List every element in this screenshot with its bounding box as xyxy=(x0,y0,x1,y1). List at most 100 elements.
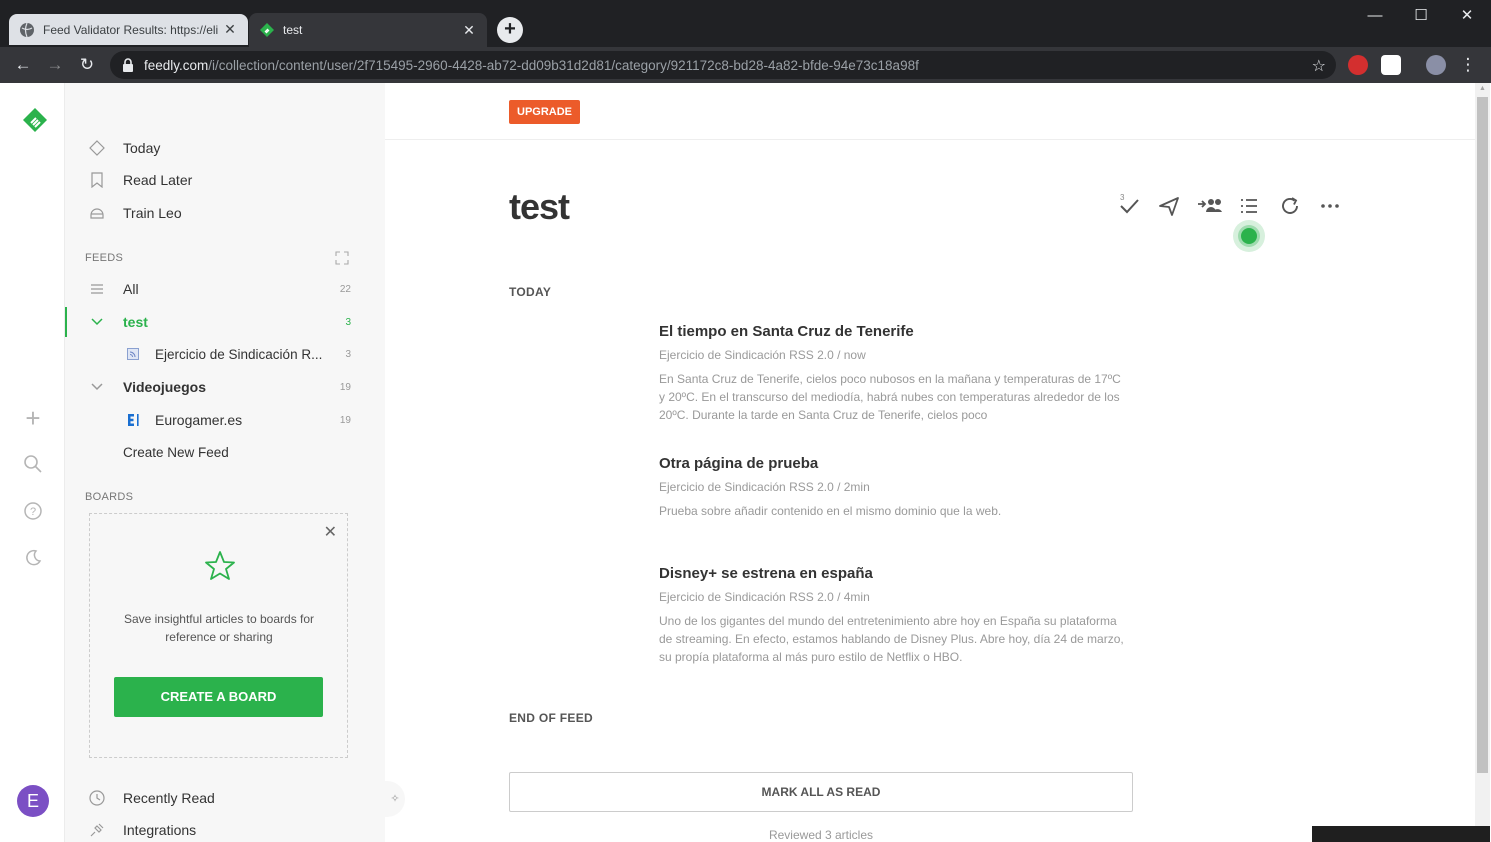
article-entry[interactable]: Otra página de prueba Ejercicio de Sindi… xyxy=(659,455,1129,520)
search-icon[interactable] xyxy=(21,454,45,478)
upgrade-button[interactable]: UPGRADE xyxy=(509,100,581,124)
main-content: UPGRADE test 3 TODAY El tiempo en Santa … xyxy=(385,83,1475,842)
new-tab-button[interactable]: + xyxy=(497,17,523,43)
sidebar-item-label: Eurogamer.es xyxy=(155,412,243,428)
lock-icon xyxy=(123,58,133,72)
feedly-favicon-icon xyxy=(259,22,275,38)
refresh-icon[interactable] xyxy=(1278,195,1302,219)
top-strip: UPGRADE xyxy=(385,83,1475,140)
tab-close-icon[interactable]: ✕ xyxy=(461,22,477,39)
chrome-menu-icon[interactable]: ⋮ xyxy=(1456,53,1480,77)
article-summary: Uno de los gigantes del mundo del entret… xyxy=(659,614,1124,664)
unread-count: 19 xyxy=(339,414,351,426)
scrollbar[interactable]: ▲ xyxy=(1475,83,1490,842)
bookmark-star-icon[interactable]: ☆ xyxy=(1312,56,1326,76)
tab-title: Feed Validator Results: https://eli xyxy=(43,22,219,37)
scroll-up-icon[interactable]: ▲ xyxy=(1478,85,1487,92)
avatar[interactable]: E xyxy=(17,785,49,817)
create-board-button[interactable]: CREATE A BOARD xyxy=(114,677,323,717)
feedly-logo-icon[interactable] xyxy=(21,106,47,132)
create-new-feed-label: Create New Feed xyxy=(123,444,229,460)
profile-icon[interactable] xyxy=(1426,55,1446,75)
sidebar-item-all[interactable]: All 22 xyxy=(65,274,385,304)
sidebar-item-label: Integrations xyxy=(123,822,197,838)
add-icon[interactable]: + xyxy=(21,405,45,431)
sidebar: Today Read Later Train Leo FEEDS All 22 … xyxy=(65,83,385,842)
collapse-feeds-icon[interactable] xyxy=(335,251,349,265)
sidebar-item-test[interactable]: test 3 xyxy=(65,307,385,337)
sidebar-item-label: Videojuegos xyxy=(123,379,206,395)
help-icon[interactable]: ? xyxy=(21,501,45,525)
chevron-down-icon[interactable] xyxy=(87,312,107,332)
sidebar-item-eurogamer[interactable]: Eurogamer.es 19 xyxy=(65,405,385,435)
bookmark-icon xyxy=(87,170,107,190)
url-text: feedly.com/i/collection/content/user/2f7… xyxy=(144,57,919,73)
eurogamer-icon xyxy=(123,410,143,430)
article-title[interactable]: Disney+ se estrena en españa xyxy=(659,565,1129,582)
unread-count: 3 xyxy=(345,348,351,360)
extension-icon[interactable] xyxy=(1381,55,1401,75)
page-title: test xyxy=(509,186,570,227)
extension-adblock-icon[interactable] xyxy=(1348,55,1368,75)
minimize-icon[interactable]: — xyxy=(1352,5,1398,27)
sidebar-item-ejercicio-feed[interactable]: Ejercicio de Sindicación R... 3 xyxy=(65,339,385,369)
tab-close-icon[interactable]: ✕ xyxy=(222,21,238,38)
close-icon[interactable]: ✕ xyxy=(324,522,337,542)
sidebar-item-today[interactable]: Today xyxy=(65,133,385,163)
svg-text:?: ? xyxy=(30,506,36,518)
plug-icon xyxy=(87,820,107,840)
forward-icon[interactable]: → xyxy=(43,53,67,77)
sidebar-item-label: Today xyxy=(123,140,161,156)
mark-all-read-button[interactable]: MARK ALL AS READ xyxy=(509,772,1133,812)
sidebar-item-label: Read Later xyxy=(123,172,193,188)
globe-icon xyxy=(19,22,35,38)
rss-icon xyxy=(123,344,143,364)
sidebar-item-label: Ejercicio de Sindicación R... xyxy=(155,346,323,362)
unread-count: 22 xyxy=(339,283,351,295)
scrollbar-thumb[interactable] xyxy=(1477,97,1488,773)
sidebar-item-recently-read[interactable]: Recently Read xyxy=(65,783,385,813)
boards-promo-text: Save insightful articles to boards for r… xyxy=(123,612,315,644)
sidebar-item-label: Recently Read xyxy=(123,790,215,806)
tab-feed-validator[interactable]: Feed Validator Results: https://eli ✕ xyxy=(9,14,248,45)
sidebar-item-integrations[interactable]: Integrations xyxy=(65,815,385,842)
boards-promo-card: ✕ Save insightful articles to boards for… xyxy=(89,513,348,758)
article-title[interactable]: Otra página de prueba xyxy=(659,455,1129,472)
chevron-down-icon[interactable] xyxy=(87,377,107,397)
back-icon[interactable]: ← xyxy=(11,53,35,77)
end-of-feed-label: END OF FEED xyxy=(509,711,593,725)
close-window-icon[interactable]: ✕ xyxy=(1444,5,1490,27)
article-meta: Ejercicio de Sindicación RSS 2.0 / now xyxy=(659,348,866,362)
article-meta: Ejercicio de Sindicación RSS 2.0 / 4min xyxy=(659,590,870,604)
article-summary: En Santa Cruz de Tenerife, cielos poco n… xyxy=(659,372,1121,422)
more-options-icon[interactable] xyxy=(1318,195,1342,219)
address-toolbar: ← → ↻ feedly.com/i/collection/content/us… xyxy=(0,47,1491,83)
star-icon xyxy=(204,550,236,587)
article-entry[interactable]: El tiempo en Santa Cruz de Tenerife Ejer… xyxy=(659,323,1129,424)
browser-tab-strip: Feed Validator Results: https://eli ✕ te… xyxy=(0,0,1491,47)
tab-test[interactable]: test ✕ xyxy=(249,13,487,47)
section-today-label: TODAY xyxy=(509,285,552,299)
active-indicator-dot xyxy=(1233,220,1265,252)
create-new-feed-link[interactable]: Create New Feed xyxy=(65,437,385,467)
tab-title: test xyxy=(283,23,303,37)
sidebar-item-videojuegos[interactable]: Videojuegos 19 xyxy=(65,372,385,402)
sidebar-item-read-later[interactable]: Read Later xyxy=(65,165,385,195)
reviewed-count-text: Reviewed 3 articles xyxy=(768,828,874,842)
unread-count: 19 xyxy=(339,381,351,393)
maximize-icon[interactable]: ☐ xyxy=(1398,5,1444,27)
share-send-icon[interactable] xyxy=(1157,195,1181,219)
reload-icon[interactable]: ↻ xyxy=(75,53,99,77)
night-mode-icon[interactable] xyxy=(21,548,45,572)
article-entry[interactable]: Disney+ se estrena en españa Ejercicio d… xyxy=(659,565,1129,666)
article-meta: Ejercicio de Sindicación RSS 2.0 / 2min xyxy=(659,480,870,494)
left-rail: + ? E xyxy=(1,83,65,842)
url-bar[interactable]: feedly.com/i/collection/content/user/2f7… xyxy=(110,51,1336,79)
feeds-section-title: FEEDS xyxy=(85,252,124,264)
layout-list-icon[interactable] xyxy=(1237,195,1261,219)
article-title[interactable]: El tiempo en Santa Cruz de Tenerife xyxy=(659,323,1129,340)
mark-as-read-icon[interactable] xyxy=(1117,195,1141,219)
team-share-icon[interactable] xyxy=(1197,195,1222,219)
overlay-bar xyxy=(1312,826,1490,842)
sidebar-item-train-leo[interactable]: Train Leo xyxy=(65,198,385,228)
